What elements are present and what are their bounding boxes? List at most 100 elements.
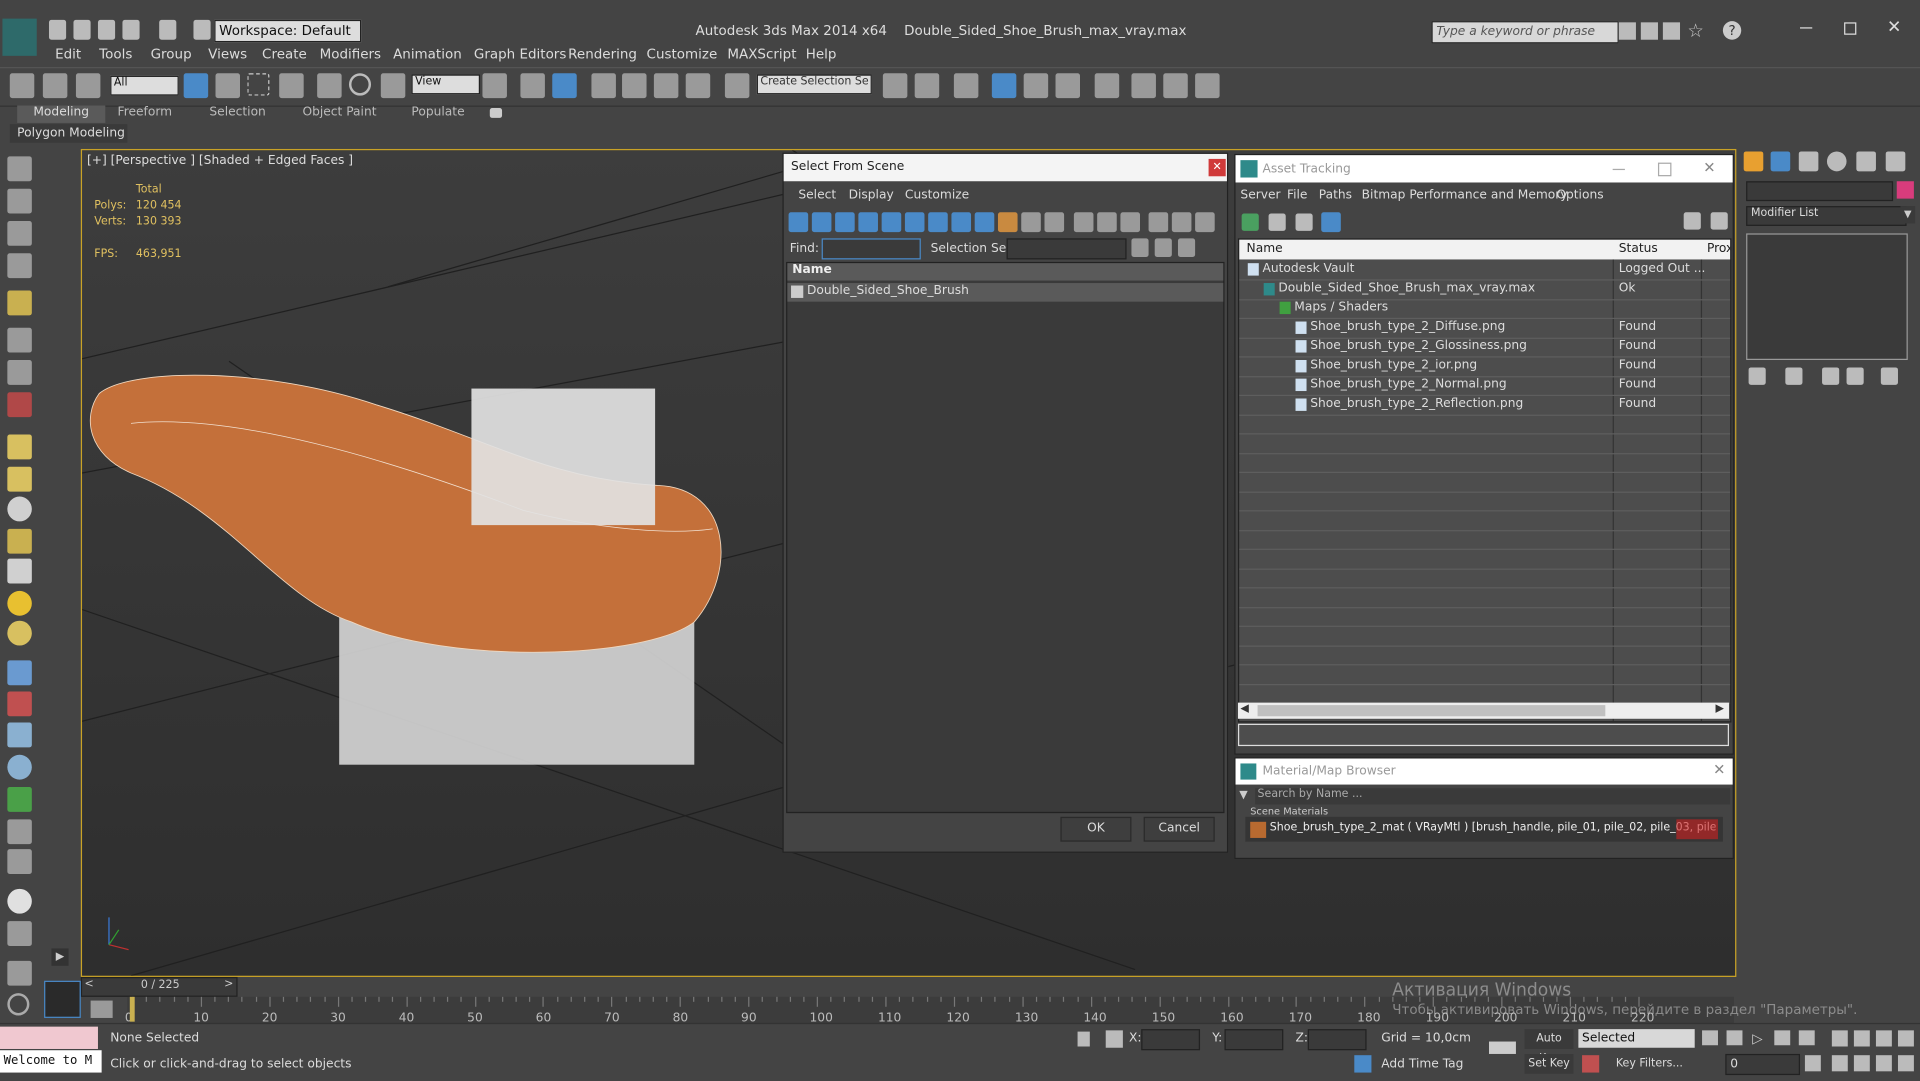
table-row[interactable] [1239, 665, 1731, 685]
spinner-snap-icon[interactable] [685, 73, 711, 99]
menu-graph-editors[interactable]: Graph Editors [474, 46, 566, 62]
goto-start-icon[interactable] [1702, 1030, 1718, 1046]
zoom-extents-icon[interactable] [1875, 1030, 1892, 1047]
zoom-icon[interactable] [1831, 1030, 1848, 1047]
filter-geometry-icon[interactable] [788, 212, 809, 233]
sphere-white-icon[interactable] [7, 888, 32, 914]
asset-menu-bitmap[interactable]: Bitmap Performance and Memory [1362, 189, 1568, 203]
ribbon-tab-freeform[interactable]: Freeform [118, 106, 173, 120]
select-object-icon[interactable] [183, 73, 209, 99]
matbrowser-menu-icon[interactable]: ▼ [1239, 790, 1247, 802]
star-icon[interactable]: ☆ [1687, 20, 1703, 42]
render-icon[interactable] [7, 188, 32, 214]
prev-frame-icon[interactable] [1726, 1030, 1743, 1046]
key-curve-icon[interactable] [1582, 1055, 1600, 1073]
pan-icon[interactable] [1853, 1055, 1870, 1072]
table-row[interactable] [1239, 492, 1731, 512]
columns-icon[interactable] [1195, 212, 1215, 233]
grid-icon[interactable] [7, 921, 32, 946]
material-list-item[interactable]: Shoe_brush_type_2_mat ( VRayMtl ) [brush… [1245, 816, 1723, 842]
z-coordinate-field[interactable] [1307, 1029, 1367, 1051]
selected-dropdown[interactable]: Selected [1578, 1029, 1695, 1048]
ok-button[interactable]: OK [1060, 816, 1132, 842]
table-view-icon[interactable] [1321, 212, 1341, 233]
make-unique-icon[interactable] [1822, 367, 1840, 385]
scroll-left-icon[interactable]: ◀ [1240, 703, 1248, 715]
list-item[interactable]: Double_Sided_Shoe_Brush [787, 283, 1224, 302]
menu-customize[interactable]: Customize [647, 46, 718, 62]
menu-group[interactable]: Group [151, 46, 192, 62]
workspace-dropdown[interactable]: Workspace: Default [214, 19, 362, 43]
menu-maxscript[interactable]: MAXScript [727, 46, 796, 62]
selset-create-icon[interactable] [1131, 238, 1149, 257]
time-tag-icon[interactable] [1354, 1055, 1372, 1073]
named-selection-dropdown[interactable]: Create Selection Se [756, 74, 872, 95]
scene-explorer-icon[interactable] [991, 73, 1017, 99]
table-row[interactable]: Shoe_brush_type_2_Diffuse.png Found [1239, 318, 1731, 339]
matbrowser-close-icon[interactable]: ✕ [1713, 761, 1725, 778]
table-row[interactable] [1239, 434, 1731, 454]
unlink-icon[interactable] [42, 73, 68, 99]
particles-icon[interactable] [7, 392, 32, 418]
schematic-view-icon[interactable] [1055, 73, 1081, 99]
utilities-tab-icon[interactable] [1885, 151, 1906, 172]
sun-icon[interactable] [7, 590, 32, 616]
select-list-header[interactable]: Name [787, 263, 1224, 281]
time-config-icon[interactable] [1804, 1055, 1821, 1072]
menu-create[interactable]: Create [262, 46, 307, 62]
select-all-icon[interactable] [1073, 212, 1094, 233]
mini-curve-editor-icon[interactable] [90, 1000, 113, 1018]
table-row[interactable] [1239, 453, 1731, 473]
pin-stack-icon[interactable] [1748, 367, 1766, 385]
maxscript-listener[interactable]: Welcome to M [0, 1050, 102, 1073]
maximize-viewport-icon[interactable] [1897, 1055, 1914, 1072]
table-row[interactable] [1239, 549, 1731, 570]
gear-icon[interactable] [7, 754, 32, 780]
table-row[interactable] [1239, 569, 1731, 589]
cancel-button[interactable]: Cancel [1143, 816, 1215, 842]
asset-col-status[interactable]: Status [1619, 242, 1658, 256]
filter-frozen-icon[interactable] [1021, 212, 1041, 233]
menu-views[interactable]: Views [208, 46, 247, 62]
light-icon[interactable] [7, 290, 32, 316]
ribbon-tab-selection[interactable]: Selection [209, 106, 265, 120]
configure-sets-icon[interactable] [1880, 367, 1898, 385]
object-name-field[interactable] [1746, 181, 1894, 202]
modify-tab-icon[interactable] [1770, 151, 1791, 172]
select-by-name-icon[interactable] [215, 73, 241, 99]
redo-icon[interactable] [159, 19, 177, 40]
table-row[interactable] [1239, 472, 1731, 493]
reference-coordinate-dropdown[interactable]: View [411, 74, 481, 95]
render-production-icon[interactable] [1195, 73, 1220, 99]
help-icon[interactable]: ? [1722, 21, 1742, 40]
add-time-tag-button[interactable]: Add Time Tag [1381, 1058, 1463, 1072]
select-manipulate-icon[interactable] [520, 73, 545, 99]
box-primitive-icon[interactable] [7, 434, 32, 460]
table-row[interactable] [1239, 530, 1731, 550]
key-icon[interactable] [1640, 22, 1658, 40]
layer-manager-icon[interactable] [953, 73, 979, 99]
asset-menu-paths[interactable]: Paths [1319, 189, 1352, 203]
time-cursor[interactable] [129, 996, 135, 1022]
menu-modifiers[interactable]: Modifiers [320, 46, 381, 62]
table-row[interactable] [1239, 511, 1731, 531]
find-input[interactable] [821, 238, 921, 260]
filter-lights-icon[interactable] [835, 212, 855, 233]
user-icon[interactable] [1662, 22, 1681, 40]
compound-icon[interactable] [7, 722, 32, 748]
sphere-primitive-icon[interactable] [7, 496, 32, 522]
percent-snap-icon[interactable] [653, 73, 679, 99]
goto-end-icon[interactable] [1798, 1030, 1815, 1046]
y-coordinate-field[interactable] [1224, 1029, 1284, 1051]
x-coordinate-field[interactable] [1141, 1029, 1201, 1051]
undo-icon[interactable] [122, 19, 140, 40]
snap-toggle-icon[interactable] [591, 73, 616, 99]
hierarchy-icon[interactable] [1171, 212, 1192, 233]
select-dialog-close-icon[interactable]: ✕ [1208, 158, 1226, 177]
filter-hidden-icon[interactable] [1044, 212, 1065, 233]
ribbon-tab-object-paint[interactable]: Object Paint [302, 106, 376, 120]
pivot-center-icon[interactable] [482, 73, 507, 99]
zoom-extents-all-icon[interactable] [1897, 1030, 1914, 1047]
selset-add-icon[interactable] [1154, 238, 1172, 257]
restore-icon[interactable] [1844, 22, 1857, 35]
